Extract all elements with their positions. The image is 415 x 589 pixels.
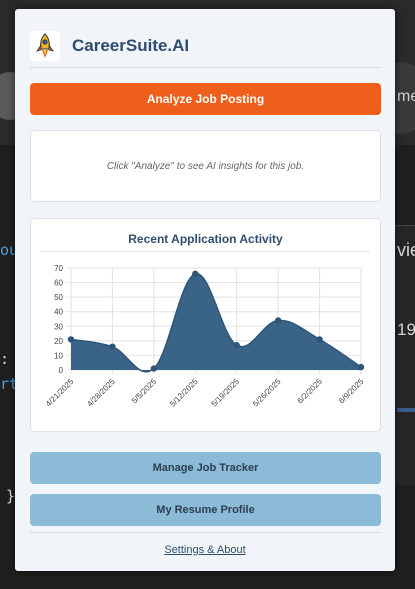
chart-y-tick-label: 60 <box>54 279 63 288</box>
chart-y-tick-label: 50 <box>54 293 63 302</box>
analyze-job-posting-button[interactable]: Analyze Job Posting <box>30 83 381 115</box>
background-right-panel <box>393 225 415 485</box>
background-progress <box>397 408 415 412</box>
chart-data-point <box>274 317 282 324</box>
background-right-text: vie <box>397 240 415 260</box>
chart-data-point <box>192 270 199 278</box>
background-partial-text: me <box>397 88 415 105</box>
ai-insights-panel: Click "Analyze" to see AI insights for t… <box>30 130 381 202</box>
chart-y-tick-label: 40 <box>54 308 63 317</box>
background-code-line: : <box>0 350 10 368</box>
header-divider <box>30 67 380 68</box>
chart-y-tick-label: 0 <box>59 366 64 375</box>
chart-x-tick-label: 6/9/2025 <box>337 377 366 406</box>
chart-y-tick-label: 30 <box>54 322 63 331</box>
manage-job-tracker-button[interactable]: Manage Job Tracker <box>30 452 381 484</box>
background-right-text: 19 <box>397 320 415 339</box>
insight-placeholder-text: Click "Analyze" to see AI insights for t… <box>106 160 305 172</box>
footer-divider <box>30 532 380 533</box>
chart-x-tick-label: 5/5/2025 <box>130 377 159 406</box>
settings-about-link[interactable]: Settings & About <box>15 544 395 556</box>
chart-x-tick-label: 6/2/2025 <box>296 377 325 406</box>
chart-y-tick-label: 20 <box>54 337 63 346</box>
chart-y-tick-label: 10 <box>54 351 63 360</box>
my-resume-profile-button[interactable]: My Resume Profile <box>30 494 381 526</box>
chart-area-fill <box>71 273 361 372</box>
chart-svg: 0 10 20 30 40 50 60 70 4/21/2025 4/28/2025 5/5/202… <box>44 264 366 409</box>
chart-data-point <box>357 363 365 371</box>
extension-popup: CareerSuite.AI Analyze Job Posting Click… <box>15 9 395 571</box>
background-code-line: } <box>6 487 16 505</box>
rocket-icon <box>30 31 60 61</box>
application-activity-chart: Recent Application Activity 0 10 20 30 40 50 6… <box>30 218 381 432</box>
chart-y-tick-label: 70 <box>54 264 63 273</box>
chart-x-tick-label: 5/19/2025 <box>210 377 242 409</box>
chart-x-tick-label: 4/21/2025 <box>44 377 76 409</box>
chart-data-point <box>67 336 75 343</box>
chart-x-tick-label: 4/28/2025 <box>85 377 117 409</box>
chart-x-tick-label: 5/26/2025 <box>251 377 283 409</box>
chart-data-point <box>233 342 240 349</box>
background-divider <box>393 225 415 226</box>
popup-header: CareerSuite.AI <box>30 25 380 67</box>
chart-data-point <box>109 343 116 350</box>
chart-x-tick-label: 5/12/2025 <box>168 377 200 409</box>
brand-title: CareerSuite.AI <box>72 36 190 55</box>
chart-data-point <box>316 336 323 343</box>
chart-data-point <box>150 365 158 372</box>
